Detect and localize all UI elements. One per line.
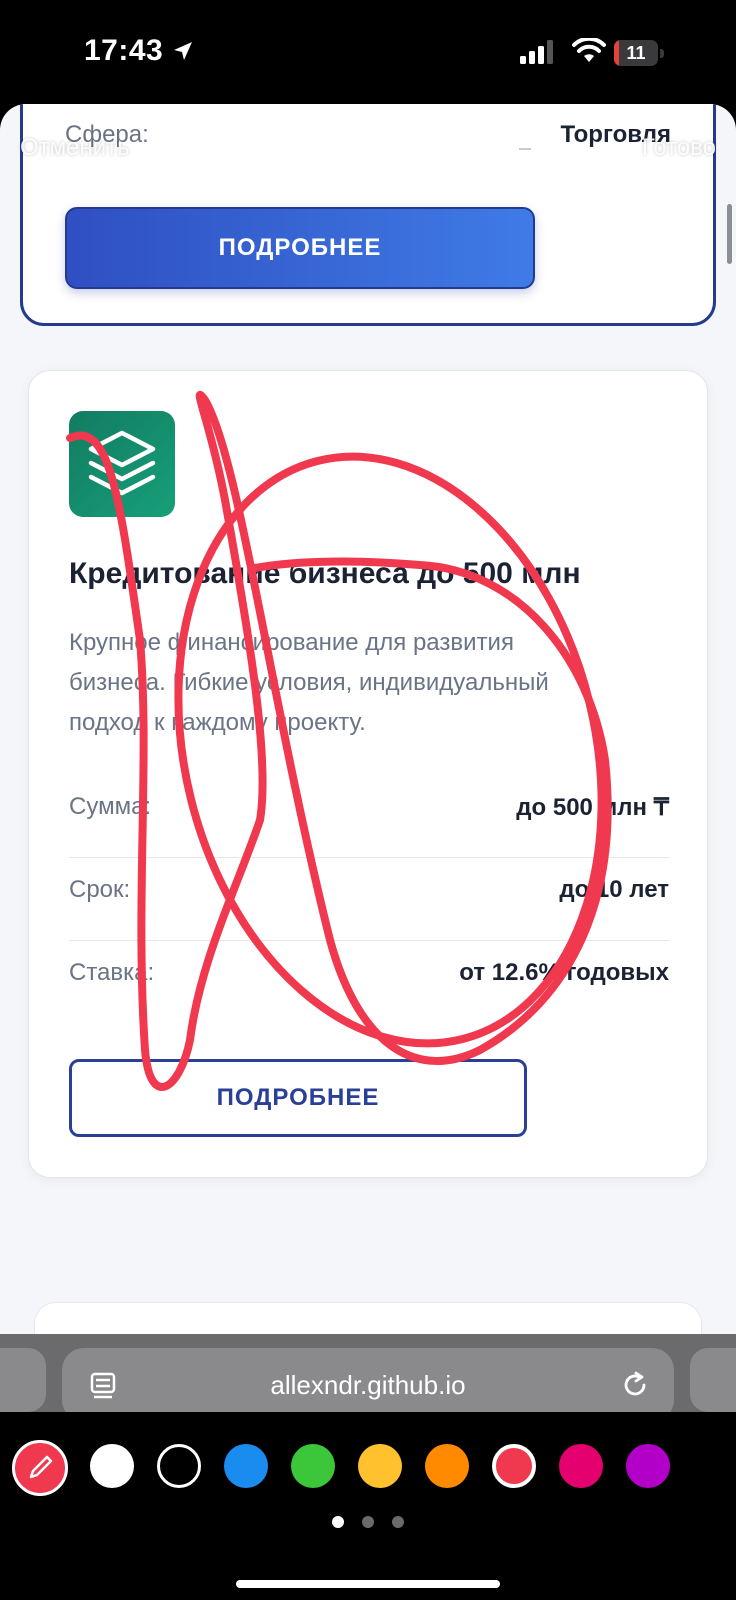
page-dot <box>392 1516 404 1528</box>
eraser-tool-icon[interactable] <box>502 124 548 170</box>
description-line: подход к каждому проекту. <box>69 709 366 736</box>
color-swatch[interactable] <box>157 1444 201 1488</box>
term-value: до 10 лет <box>559 876 669 903</box>
reload-icon[interactable] <box>620 1370 650 1400</box>
loan-card-title: Кредитование бизнеса до 500 млн <box>69 557 581 590</box>
pencil-tool-icon[interactable] <box>346 124 392 170</box>
status-bar: 17:43 11 <box>0 0 736 104</box>
done-button[interactable]: Готово <box>642 134 716 162</box>
color-swatch[interactable] <box>626 1444 670 1488</box>
pen-icon[interactable] <box>12 1440 68 1496</box>
loan-card-description: Крупное финансирование для развития бизн… <box>69 623 649 743</box>
battery-icon: 11 <box>614 40 664 66</box>
term-label: Срок: <box>69 876 131 903</box>
cellular-signal-icon <box>520 40 553 64</box>
previous-tab-edge[interactable] <box>0 1348 46 1412</box>
next-loan-card <box>34 1302 702 1334</box>
color-swatch[interactable] <box>291 1444 335 1488</box>
loan-card-icon <box>69 411 175 517</box>
color-swatch[interactable] <box>559 1444 603 1488</box>
color-swatch[interactable] <box>425 1444 469 1488</box>
url-text: allexndr.github.io <box>270 1370 466 1400</box>
pen-tool-icon[interactable] <box>190 124 236 170</box>
browser-bar: allexndr.github.io <box>0 1334 736 1422</box>
description-line: Крупное финансирование для развития <box>69 629 514 656</box>
markup-toolbar: Отменить Готово <box>0 104 736 194</box>
battery-level: 11 <box>626 43 646 63</box>
address-bar[interactable]: allexndr.github.io <box>62 1348 674 1422</box>
location-arrow-icon <box>174 42 192 60</box>
color-swatch[interactable] <box>224 1444 268 1488</box>
amount-label: Сумма: <box>69 793 152 820</box>
rate-row: Ставка: от 12.6% годовых <box>69 937 669 1017</box>
amount-value: до 500 млн ₸ <box>516 794 669 821</box>
rate-label: Ставка: <box>69 959 155 986</box>
rate-value: от 12.6% годовых <box>459 959 669 986</box>
color-swatch[interactable] <box>90 1444 134 1488</box>
term-row: Срок: до 10 лет <box>69 854 669 934</box>
lasso-tool-icon[interactable] <box>424 124 470 170</box>
color-swatch[interactable] <box>492 1444 536 1488</box>
web-page[interactable]: Сфера: Торговля ПОДРОБНЕЕ Кредитование б… <box>0 104 736 1334</box>
page-dot <box>362 1516 374 1528</box>
amount-row: Сумма: до 500 млн ₸ <box>69 771 669 851</box>
home-indicator <box>236 1580 500 1588</box>
loan-card: Кредитование бизнеса до 500 млн Крупное … <box>28 370 708 1178</box>
description-line: бизнеса. Гибкие условия, индивидуальный <box>69 669 549 696</box>
status-time: 17:43 <box>84 34 164 67</box>
details-button-top[interactable]: ПОДРОБНЕЕ <box>65 207 535 289</box>
next-tab-edge[interactable] <box>690 1348 736 1412</box>
battery-body: 11 <box>614 40 658 66</box>
page-indicator <box>332 1516 404 1528</box>
wifi-icon <box>572 38 606 62</box>
cancel-button[interactable]: Отменить <box>20 134 130 162</box>
marker-tool-icon[interactable] <box>268 124 314 170</box>
battery-cap <box>660 49 664 58</box>
color-swatch[interactable] <box>358 1444 402 1488</box>
color-palette <box>0 1412 736 1600</box>
page-dot <box>332 1516 344 1528</box>
details-button[interactable]: ПОДРОБНЕЕ <box>69 1059 527 1137</box>
layers-icon <box>88 430 156 496</box>
page-scrollbar[interactable] <box>727 204 732 264</box>
